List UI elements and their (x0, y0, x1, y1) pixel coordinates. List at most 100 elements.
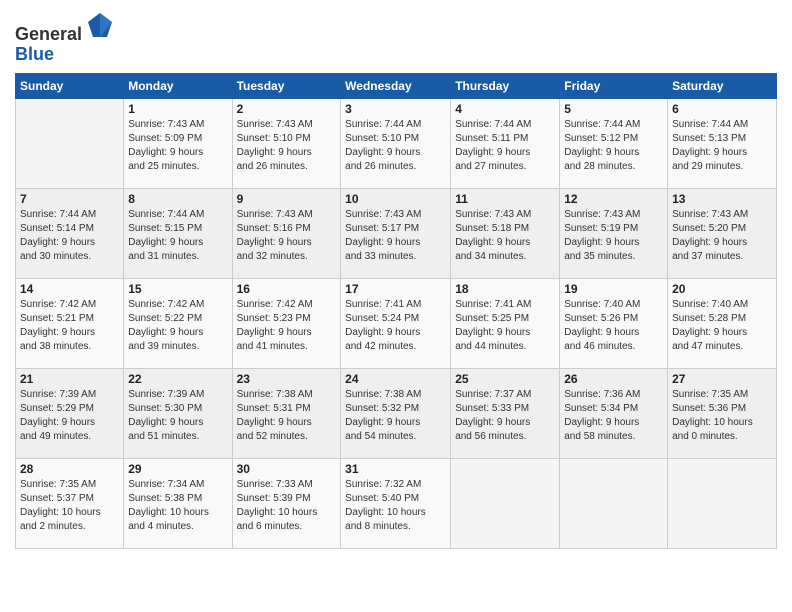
calendar-body: 1 Sunrise: 7:43 AM Sunset: 5:09 PM Daylig… (16, 98, 777, 548)
day-cell: 12 Sunrise: 7:43 AM Sunset: 5:19 PM Dayli… (560, 188, 668, 278)
day-info: Sunrise: 7:36 AM Sunset: 5:34 PM Dayligh… (564, 388, 663, 444)
day-number: 1 (128, 102, 227, 116)
day-cell: 2 Sunrise: 7:43 AM Sunset: 5:10 PM Daylig… (232, 98, 341, 188)
calendar-container: General Blue SundayMondayTuesdayWednesda… (0, 0, 792, 612)
day-number: 15 (128, 282, 227, 296)
day-info: Sunrise: 7:44 AM Sunset: 5:10 PM Dayligh… (345, 118, 446, 174)
day-cell (560, 458, 668, 548)
day-number: 16 (237, 282, 337, 296)
day-cell: 11 Sunrise: 7:43 AM Sunset: 5:18 PM Dayli… (451, 188, 560, 278)
day-info: Sunrise: 7:35 AM Sunset: 5:36 PM Dayligh… (672, 388, 772, 444)
day-cell: 9Sunrise: 7:43 AM Sunset: 5:16 PM Daylig… (232, 188, 341, 278)
day-cell: 5 Sunrise: 7:44 AM Sunset: 5:12 PM Daylig… (560, 98, 668, 188)
day-number: 17 (345, 282, 446, 296)
day-number: 26 (564, 372, 663, 386)
day-cell: 18 Sunrise: 7:41 AM Sunset: 5:25 PM Dayli… (451, 278, 560, 368)
day-cell: 4 Sunrise: 7:44 AM Sunset: 5:11 PM Daylig… (451, 98, 560, 188)
day-number: 5 (564, 102, 663, 116)
week-row-4: 21 Sunrise: 7:39 AM Sunset: 5:29 PM Dayli… (16, 368, 777, 458)
day-info: Sunrise: 7:42 AM Sunset: 5:22 PM Dayligh… (128, 298, 227, 354)
day-cell: 30 Sunrise: 7:33 AM Sunset: 5:39 PM Dayli… (232, 458, 341, 548)
day-cell: 25Sunrise: 7:37 AM Sunset: 5:33 PM Dayli… (451, 368, 560, 458)
weekday-header-saturday: Saturday (668, 73, 777, 98)
day-number: 24 (345, 372, 446, 386)
day-cell: 23 Sunrise: 7:38 AM Sunset: 5:31 PM Dayli… (232, 368, 341, 458)
day-cell (16, 98, 124, 188)
day-info: Sunrise: 7:32 AM Sunset: 5:40 PM Dayligh… (345, 478, 446, 534)
day-info: Sunrise: 7:40 AM Sunset: 5:26 PM Dayligh… (564, 298, 663, 354)
day-number: 28 (20, 462, 119, 476)
day-number: 11 (455, 192, 555, 206)
day-cell: 29 Sunrise: 7:34 AM Sunset: 5:38 PM Dayli… (124, 458, 232, 548)
day-info: Sunrise: 7:42 AM Sunset: 5:21 PM Dayligh… (20, 298, 119, 354)
day-info: Sunrise: 7:38 AM Sunset: 5:31 PM Dayligh… (237, 388, 337, 444)
day-cell: 31 Sunrise: 7:32 AM Sunset: 5:40 PM Dayli… (341, 458, 451, 548)
day-number: 21 (20, 372, 119, 386)
day-info: Sunrise: 7:33 AM Sunset: 5:39 PM Dayligh… (237, 478, 337, 534)
day-number: 20 (672, 282, 772, 296)
day-info: Sunrise: 7:43 AM Sunset: 5:19 PM Dayligh… (564, 208, 663, 264)
logo: General Blue (15, 10, 115, 65)
day-info: Sunrise: 7:44 AM Sunset: 5:15 PM Dayligh… (128, 208, 227, 264)
day-number: 6 (672, 102, 772, 116)
day-cell: 24 Sunrise: 7:38 AM Sunset: 5:32 PM Dayli… (341, 368, 451, 458)
day-info: Sunrise: 7:43 AM Sunset: 5:18 PM Dayligh… (455, 208, 555, 264)
day-info: Sunrise: 7:43 AM Sunset: 5:16 PM Dayligh… (237, 208, 337, 264)
day-cell: 10 Sunrise: 7:43 AM Sunset: 5:17 PM Dayli… (341, 188, 451, 278)
day-cell: 17Sunrise: 7:41 AM Sunset: 5:24 PM Dayli… (341, 278, 451, 368)
day-cell: 26 Sunrise: 7:36 AM Sunset: 5:34 PM Dayli… (560, 368, 668, 458)
day-info: Sunrise: 7:44 AM Sunset: 5:11 PM Dayligh… (455, 118, 555, 174)
calendar-header: SundayMondayTuesdayWednesdayThursdayFrid… (16, 73, 777, 98)
day-cell: 14 Sunrise: 7:42 AM Sunset: 5:21 PM Dayli… (16, 278, 124, 368)
day-cell: 27Sunrise: 7:35 AM Sunset: 5:36 PM Dayli… (668, 368, 777, 458)
day-number: 10 (345, 192, 446, 206)
day-info: Sunrise: 7:43 AM Sunset: 5:10 PM Dayligh… (237, 118, 337, 174)
day-info: Sunrise: 7:39 AM Sunset: 5:29 PM Dayligh… (20, 388, 119, 444)
day-number: 30 (237, 462, 337, 476)
day-info: Sunrise: 7:38 AM Sunset: 5:32 PM Dayligh… (345, 388, 446, 444)
day-info: Sunrise: 7:43 AM Sunset: 5:20 PM Dayligh… (672, 208, 772, 264)
day-info: Sunrise: 7:34 AM Sunset: 5:38 PM Dayligh… (128, 478, 227, 534)
day-number: 3 (345, 102, 446, 116)
day-info: Sunrise: 7:44 AM Sunset: 5:14 PM Dayligh… (20, 208, 119, 264)
day-number: 31 (345, 462, 446, 476)
week-row-2: 7 Sunrise: 7:44 AM Sunset: 5:14 PM Daylig… (16, 188, 777, 278)
calendar-table: SundayMondayTuesdayWednesdayThursdayFrid… (15, 73, 777, 549)
day-cell: 21 Sunrise: 7:39 AM Sunset: 5:29 PM Dayli… (16, 368, 124, 458)
day-number: 12 (564, 192, 663, 206)
day-number: 2 (237, 102, 337, 116)
day-number: 25 (455, 372, 555, 386)
day-info: Sunrise: 7:43 AM Sunset: 5:09 PM Dayligh… (128, 118, 227, 174)
week-row-3: 14 Sunrise: 7:42 AM Sunset: 5:21 PM Dayli… (16, 278, 777, 368)
day-info: Sunrise: 7:40 AM Sunset: 5:28 PM Dayligh… (672, 298, 772, 354)
day-info: Sunrise: 7:39 AM Sunset: 5:30 PM Dayligh… (128, 388, 227, 444)
weekday-header-sunday: Sunday (16, 73, 124, 98)
weekday-header-thursday: Thursday (451, 73, 560, 98)
day-cell: 28 Sunrise: 7:35 AM Sunset: 5:37 PM Dayli… (16, 458, 124, 548)
day-number: 14 (20, 282, 119, 296)
day-number: 4 (455, 102, 555, 116)
day-cell: 3 Sunrise: 7:44 AM Sunset: 5:10 PM Daylig… (341, 98, 451, 188)
day-cell: 22Sunrise: 7:39 AM Sunset: 5:30 PM Dayli… (124, 368, 232, 458)
day-cell: 20 Sunrise: 7:40 AM Sunset: 5:28 PM Dayli… (668, 278, 777, 368)
day-number: 29 (128, 462, 227, 476)
logo-blue: Blue (15, 44, 54, 64)
day-cell: 1 Sunrise: 7:43 AM Sunset: 5:09 PM Daylig… (124, 98, 232, 188)
day-info: Sunrise: 7:35 AM Sunset: 5:37 PM Dayligh… (20, 478, 119, 534)
day-info: Sunrise: 7:44 AM Sunset: 5:12 PM Dayligh… (564, 118, 663, 174)
day-number: 18 (455, 282, 555, 296)
day-info: Sunrise: 7:41 AM Sunset: 5:25 PM Dayligh… (455, 298, 555, 354)
day-cell (668, 458, 777, 548)
day-cell: 15 Sunrise: 7:42 AM Sunset: 5:22 PM Dayli… (124, 278, 232, 368)
week-row-1: 1 Sunrise: 7:43 AM Sunset: 5:09 PM Daylig… (16, 98, 777, 188)
weekday-header-monday: Monday (124, 73, 232, 98)
day-number: 7 (20, 192, 119, 206)
day-info: Sunrise: 7:44 AM Sunset: 5:13 PM Dayligh… (672, 118, 772, 174)
weekday-row: SundayMondayTuesdayWednesdayThursdayFrid… (16, 73, 777, 98)
day-number: 13 (672, 192, 772, 206)
day-cell (451, 458, 560, 548)
day-info: Sunrise: 7:43 AM Sunset: 5:17 PM Dayligh… (345, 208, 446, 264)
day-number: 23 (237, 372, 337, 386)
day-cell: 6 Sunrise: 7:44 AM Sunset: 5:13 PM Daylig… (668, 98, 777, 188)
day-cell: 13 Sunrise: 7:43 AM Sunset: 5:20 PM Dayli… (668, 188, 777, 278)
